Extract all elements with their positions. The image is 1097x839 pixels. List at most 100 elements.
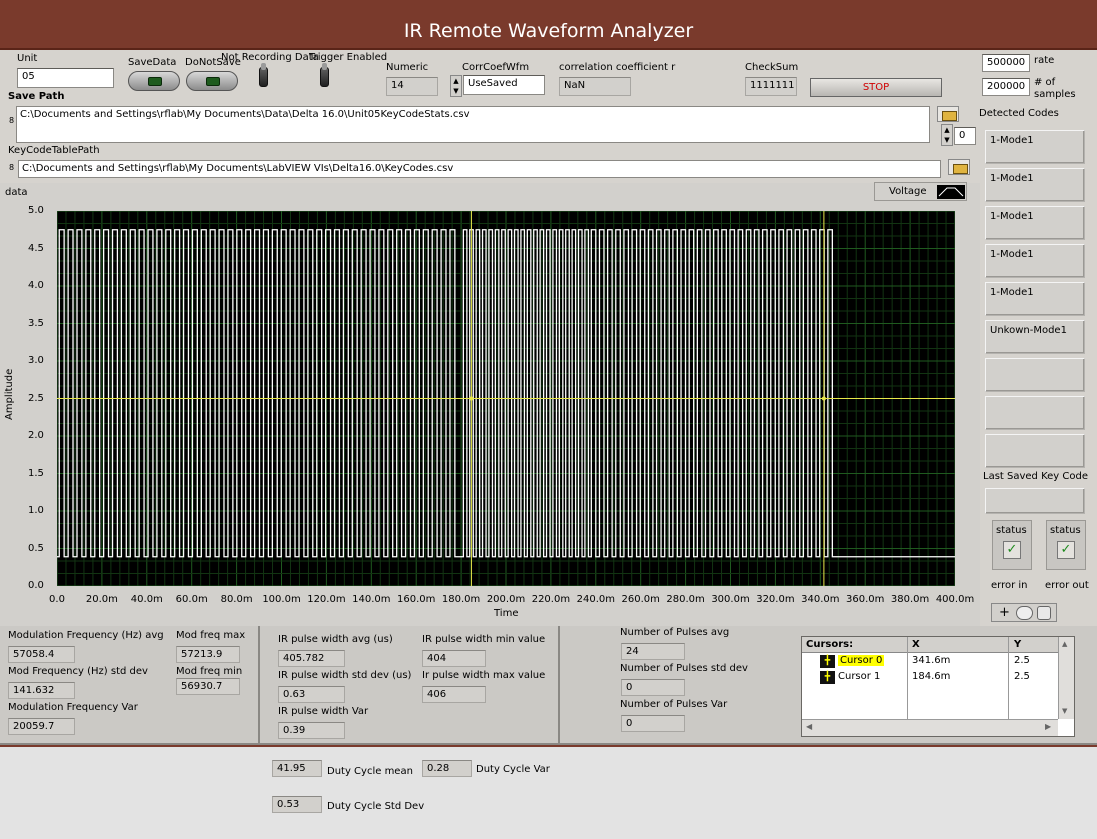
samples-input[interactable]: 200000 — [982, 78, 1030, 96]
x-tick-label: 320.0m — [756, 594, 795, 605]
pulses-std-label: Number of Pulses std dev — [620, 663, 748, 674]
error-out-status-label: status — [1050, 525, 1081, 536]
y-tick-label: 0.5 — [28, 542, 44, 554]
cursor-row-0[interactable]: ╋ Cursor 0 341.6m 2.5 — [802, 654, 1058, 669]
rate-label: rate — [1034, 55, 1055, 66]
ir-pw-max-value: 406 — [422, 686, 486, 703]
error-in-check-icon: ✓ — [1003, 541, 1021, 559]
keycode-path-label: KeyCodeTablePath — [8, 145, 100, 156]
detected-code-8 — [985, 396, 1085, 430]
mod-freq-max-value: 57213.9 — [176, 646, 240, 663]
error-in-status-label: status — [996, 525, 1027, 536]
error-out-check-icon: ✓ — [1057, 541, 1075, 559]
graph-title: data — [5, 187, 28, 198]
duty-cycle-area — [0, 745, 1097, 839]
x-tick-label: 140.0m — [352, 594, 391, 605]
pulses-var-value: 0 — [621, 715, 685, 732]
pan-hand-icon[interactable] — [1037, 606, 1051, 620]
y-tick-label: 1.0 — [28, 505, 44, 516]
last-saved-label: Last Saved Key Code — [983, 471, 1088, 482]
x-tick-label: 80.0m — [220, 594, 253, 605]
save-path-label: Save Path — [8, 91, 65, 102]
x-tick-label: 40.0m — [130, 594, 163, 605]
detected-code-6: Unkown-Mode1 — [985, 320, 1085, 354]
cursor-0-name: Cursor 0 — [838, 655, 885, 666]
mod-freq-std-label: Mod Frequency (Hz) std dev — [8, 666, 148, 677]
pulses-avg-value: 24 — [621, 643, 685, 660]
x-tick-label: 100.0m — [262, 594, 301, 605]
scroll-down-icon[interactable]: ▼ — [1062, 707, 1067, 715]
cursor-row-1[interactable]: ╋ Cursor 1 184.6m 2.5 — [802, 670, 1058, 685]
cursor-header-y: Y — [1014, 639, 1022, 650]
x-tick-label: 260.0m — [621, 594, 660, 605]
ir-pw-avg-label: IR pulse width avg (us) — [278, 634, 393, 645]
detected-code-7 — [985, 358, 1085, 392]
legend-swatch-line — [938, 187, 964, 197]
x-tick-label: 180.0m — [441, 594, 481, 605]
x-tick-label: 220.0m — [531, 594, 571, 605]
legend-swatch — [937, 185, 965, 199]
x-tick-label: 380.0m — [890, 594, 930, 605]
scroll-right-icon[interactable]: ▶ — [1045, 722, 1051, 731]
scroll-left-icon[interactable]: ◀ — [806, 722, 812, 731]
detected-code-1: 1-Mode1 — [985, 130, 1085, 164]
waveform-plot-area[interactable] — [56, 210, 956, 587]
y-axis-label: Amplitude — [4, 368, 15, 420]
index-input[interactable]: 0 — [954, 127, 976, 145]
keycode-path-browse-icon[interactable] — [948, 159, 970, 175]
do-not-save-button[interactable] — [186, 71, 238, 91]
keycode-path-value: C:\Documents and Settings\rflab\My Docum… — [22, 163, 454, 174]
scroll-up-icon[interactable]: ▲ — [1062, 640, 1067, 648]
save-path-field[interactable]: C:\Documents and Settings\rflab\My Docum… — [16, 106, 930, 143]
y-tick-label: 2.5 — [28, 392, 44, 404]
mod-freq-var-value: 20059.7 — [8, 718, 75, 735]
cursor-1-icon: ╋ — [820, 671, 835, 684]
y-tick-label: 4.5 — [28, 242, 44, 254]
graph-palette: + — [991, 603, 1057, 622]
pulses-std-value: 0 — [621, 679, 685, 696]
zoom-tool-icon[interactable] — [1016, 606, 1033, 620]
cursor-legend-table[interactable]: Cursors: X Y ╋ Cursor 0 341.6m 2.5 ╋ Cur… — [801, 636, 1075, 737]
x-tick-label: 0.0 — [49, 594, 65, 605]
rate-input[interactable]: 500000 — [982, 54, 1030, 72]
crosshair-tool-icon[interactable]: + — [996, 606, 1013, 620]
save-data-label: SaveData — [128, 57, 177, 68]
trigger-toggle[interactable] — [320, 63, 329, 87]
x-tick-label: 240.0m — [576, 594, 615, 605]
index-stepper[interactable]: ▲ ▼ — [941, 124, 953, 146]
x-tick-label: 280.0m — [666, 594, 705, 605]
corr-wfm-ring-stepper[interactable]: ▲ ▼ — [450, 75, 462, 97]
mod-freq-min-value: 56930.7 — [176, 678, 240, 695]
y-tick-label: 2.0 — [28, 430, 44, 441]
y-tick-label: 0.0 — [28, 580, 44, 591]
plot-legend[interactable]: Voltage — [874, 182, 967, 201]
stats-divider-1 — [258, 626, 260, 745]
recording-toggle[interactable] — [259, 63, 268, 87]
save-path-browse-icon[interactable] — [937, 106, 959, 122]
x-tick-label: 60.0m — [175, 594, 208, 605]
mod-freq-min-label: Mod freq min — [176, 666, 243, 677]
do-not-save-led — [206, 77, 220, 86]
detected-codes-label: Detected Codes — [979, 108, 1059, 119]
cursor-table-header: Cursors: X Y — [802, 637, 1058, 653]
title-bar: IR Remote Waveform Analyzer — [0, 0, 1097, 50]
duty-std-value: 0.53 — [272, 796, 322, 813]
corr-wfm-label: CorrCoefWfm — [462, 62, 530, 73]
ir-pw-var-value: 0.39 — [278, 722, 345, 739]
x-tick-label: 120.0m — [307, 594, 346, 605]
detected-code-4: 1-Mode1 — [985, 244, 1085, 278]
keycode-path-field[interactable]: C:\Documents and Settings\rflab\My Docum… — [18, 160, 941, 178]
corr-wfm-select[interactable]: UseSaved — [463, 75, 545, 95]
save-data-button[interactable] — [128, 71, 180, 91]
unit-input[interactable]: 05 — [17, 68, 114, 88]
ir-pw-std-label: IR pulse width std dev (us) — [278, 670, 412, 681]
trigger-enabled-label: Trigger Enabled — [309, 52, 388, 63]
cursor-table-hscrollbar[interactable]: ◀ ▶ — [802, 719, 1058, 736]
cursor-0-icon: ╋ — [820, 655, 835, 668]
mod-freq-std-value: 141.632 — [8, 682, 75, 699]
ir-pw-min-value: 404 — [422, 650, 486, 667]
cursor-header-x: X — [912, 639, 920, 650]
stop-button[interactable]: STOP — [810, 78, 942, 97]
cursor-table-vscrollbar[interactable]: ▲ ▼ — [1058, 637, 1074, 719]
x-tick-label: 340.0m — [801, 594, 840, 605]
